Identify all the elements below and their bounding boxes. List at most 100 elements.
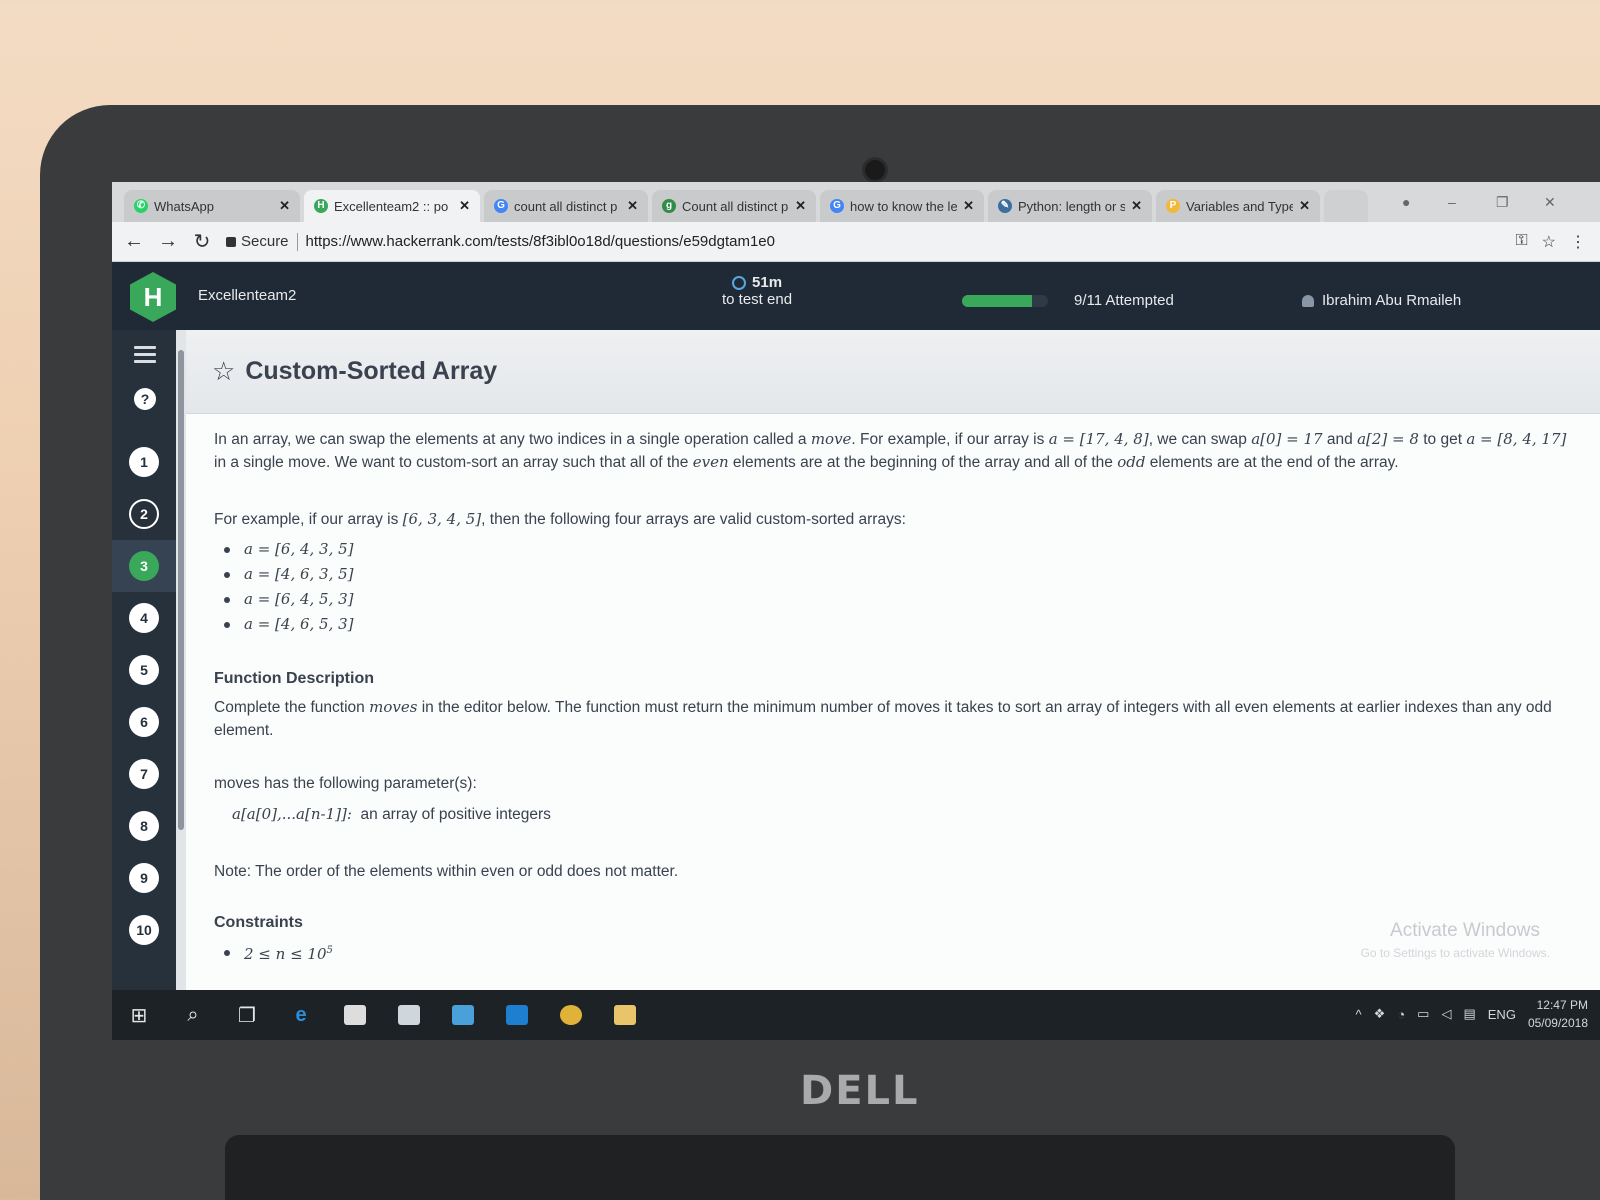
language-indicator[interactable]: ENG — [1488, 1007, 1516, 1022]
close-icon[interactable]: ✕ — [1299, 198, 1310, 214]
url-text[interactable]: https://www.hackerrank.com/tests/8f3ibl0… — [306, 233, 775, 250]
google-icon: G — [494, 199, 508, 213]
webcam — [862, 157, 888, 183]
question-nav-item[interactable]: 4 — [112, 592, 176, 644]
minimize-icon[interactable]: – — [1448, 194, 1456, 210]
keyboard-deck — [225, 1135, 1455, 1200]
question-number: 10 — [129, 915, 159, 945]
list-item: a = [4, 6, 3, 5] — [224, 562, 1570, 587]
close-icon[interactable]: ✕ — [963, 198, 974, 214]
user-name: Ibrahim Abu Rmaileh — [1322, 292, 1462, 309]
settings-icon[interactable] — [490, 990, 544, 1040]
question-nav-item[interactable]: 3 — [112, 540, 176, 592]
dropbox-icon[interactable]: ❖ — [1374, 1006, 1386, 1022]
question-nav-item[interactable]: 5 — [112, 644, 176, 696]
profile-icon[interactable]: ● — [1402, 194, 1410, 210]
close-icon[interactable]: ✕ — [627, 198, 638, 214]
close-icon[interactable]: ✕ — [459, 198, 470, 214]
secure-indicator[interactable]: Secure — [226, 233, 289, 250]
tab-python-length[interactable]: ✎ Python: length or s ✕ — [988, 190, 1152, 222]
problem-title-bar: ☆ Custom-Sorted Array — [186, 330, 1600, 414]
restore-icon[interactable]: ❐ — [1496, 194, 1509, 211]
test-timer: 51m to test end — [722, 274, 792, 308]
list-menu-icon[interactable] — [134, 346, 156, 367]
python-icon: ✎ — [998, 199, 1012, 213]
question-nav-item[interactable]: 6 — [112, 696, 176, 748]
question-number: 9 — [129, 863, 159, 893]
bookmark-star-icon[interactable]: ☆ — [1542, 232, 1556, 252]
tab-google-search-1[interactable]: G count all distinct p ✕ — [484, 190, 648, 222]
hackerrank-logo[interactable]: H — [130, 272, 176, 322]
note: Note: The order of the elements within e… — [214, 863, 679, 880]
question-nav-item[interactable]: 9 — [112, 852, 176, 904]
volume-icon[interactable]: ◁ — [1441, 1006, 1451, 1022]
problem-title: Custom-Sorted Array — [245, 357, 498, 385]
activate-windows-title: Activate Windows — [1390, 920, 1540, 941]
question-number: 7 — [129, 759, 159, 789]
store-icon[interactable] — [328, 990, 382, 1040]
question-number: 3 — [129, 551, 159, 581]
close-icon[interactable]: ✕ — [1131, 198, 1142, 214]
edge-icon[interactable]: e — [274, 990, 328, 1040]
parameter-item: a[a[0],...a[n-1]]: an array of positive … — [232, 805, 551, 823]
tab-hackerrank[interactable]: H Excellenteam2 :: po ✕ — [304, 190, 480, 222]
timer-value: 51m — [752, 274, 783, 291]
close-icon[interactable]: ✕ — [279, 198, 290, 214]
battery-icon[interactable]: ▭ — [1417, 1006, 1429, 1022]
browser-tab-bar: ✆ WhatsApp ✕ H Excellenteam2 :: po ✕ G c… — [112, 182, 1600, 222]
list-item: a = [6, 4, 5, 3] — [224, 587, 1570, 612]
list-item: a = [6, 4, 3, 5] — [224, 537, 1570, 562]
dell-logo: DELL — [800, 1068, 920, 1114]
question-nav-item[interactable]: 8 — [112, 800, 176, 852]
user-menu[interactable]: Ibrahim Abu Rmaileh — [1302, 292, 1461, 309]
question-number: 1 — [129, 447, 159, 477]
user-icon — [1302, 294, 1314, 307]
star-icon[interactable]: ☆ — [212, 356, 235, 387]
help-icon[interactable]: ? — [134, 388, 156, 410]
app-icon[interactable] — [382, 990, 436, 1040]
question-nav-item[interactable]: 1 — [112, 436, 176, 488]
close-window-icon[interactable]: ✕ — [1544, 194, 1556, 211]
question-nav-item[interactable]: 7 — [112, 748, 176, 800]
problem-panel: ☆ Custom-Sorted Array In an array, we ca… — [186, 330, 1600, 990]
tab-variables-types[interactable]: P Variables and Type ✕ — [1156, 190, 1320, 222]
omnibox[interactable]: Secure https://www.hackerrank.com/tests/… — [226, 232, 775, 251]
tab-whatsapp[interactable]: ✆ WhatsApp ✕ — [124, 190, 300, 222]
new-tab-button[interactable] — [1324, 190, 1368, 222]
question-number: 4 — [129, 603, 159, 633]
search-icon[interactable]: ⌕ — [166, 990, 220, 1040]
function-description-heading: Function Description — [214, 670, 374, 687]
key-icon[interactable]: ⚿ — [1515, 232, 1527, 252]
chrome-icon[interactable] — [544, 990, 598, 1040]
example-lead: For example, if our array is [6, 3, 4, 5… — [214, 510, 906, 528]
question-sidebar: ? 1 2 3 4 5 6 7 8 9 10 — [112, 330, 176, 990]
tab-google-search-2[interactable]: G how to know the le ✕ — [820, 190, 984, 222]
windows-taskbar: ⊞ ⌕ ❐ e ^ ❖ ◔ ▭ ◁ ▤ ENG 12:47 PM 05/09/2… — [112, 990, 1600, 1040]
screen: ✆ WhatsApp ✕ H Excellenteam2 :: po ✕ G c… — [112, 182, 1600, 1040]
question-nav-item[interactable]: 2 — [112, 488, 176, 540]
function-description: Complete the function moves in the edito… — [214, 698, 1552, 739]
test-header: H Excellenteam2 51m to test end 9/11 Att… — [112, 262, 1600, 330]
windows-start-icon[interactable]: ⊞ — [112, 990, 166, 1040]
scrollbar-thumb[interactable] — [178, 350, 184, 830]
question-number: 6 — [129, 707, 159, 737]
reload-icon[interactable]: ↻ — [192, 229, 212, 254]
wifi-icon[interactable]: ◔ — [1397, 1007, 1405, 1022]
close-icon[interactable]: ✕ — [795, 198, 806, 214]
file-explorer-icon[interactable] — [598, 990, 652, 1040]
geeksforgeeks-icon: g — [662, 199, 676, 213]
task-view-icon[interactable]: ❐ — [220, 990, 274, 1040]
menu-dots-icon[interactable]: ⋮ — [1570, 232, 1586, 252]
notes-icon[interactable]: ▤ — [1463, 1006, 1475, 1022]
chevron-up-icon[interactable]: ^ — [1356, 1007, 1362, 1022]
system-clock[interactable]: 12:47 PM 05/09/2018 — [1528, 996, 1588, 1032]
app-icon[interactable] — [436, 990, 490, 1040]
example-list: a = [6, 4, 3, 5] a = [4, 6, 3, 5] a = [6… — [224, 537, 1570, 637]
team-name: Excellenteam2 — [198, 287, 297, 304]
question-list: 1 2 3 4 5 6 7 8 9 10 — [112, 436, 176, 956]
forward-icon[interactable]: → — [158, 230, 178, 253]
tab-geeksforgeeks[interactable]: g Count all distinct p ✕ — [652, 190, 816, 222]
back-icon[interactable]: ← — [124, 230, 144, 253]
question-nav-item[interactable]: 10 — [112, 904, 176, 956]
problem-statement: In an array, we can swap the elements at… — [186, 414, 1600, 965]
